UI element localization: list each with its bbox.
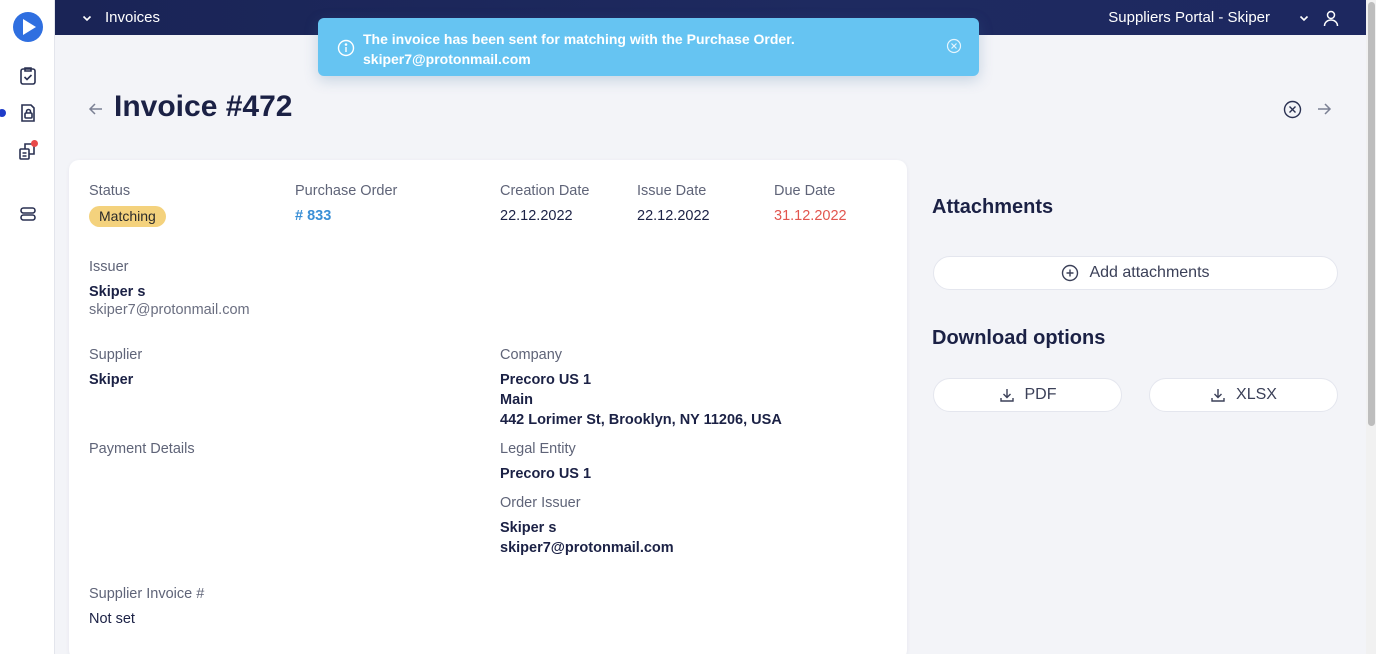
attachments-title: Attachments [932,196,1054,218]
add-attachments-button[interactable]: Add attachments [933,256,1338,290]
next-arrow-icon[interactable] [1316,101,1332,122]
toast-message-line2: skiper7@protonmail.com [363,51,531,67]
breadcrumb-invoices[interactable]: Invoices [105,9,160,26]
supplier-value: Skiper [89,372,134,388]
purchase-order-link[interactable]: # 833 [295,208,331,224]
portal-switcher[interactable]: Suppliers Portal - Skiper [1108,0,1340,35]
download-icon [1211,389,1225,402]
layers-icon[interactable] [17,203,39,225]
download-options-title: Download options [932,327,1106,349]
chevron-down-icon [82,15,92,21]
legal-entity-label: Legal Entity [500,441,576,457]
company-name: Precoro US 1 [500,372,592,388]
page-title: Invoice #472 [114,90,293,123]
invoice-lock-icon[interactable] [17,102,39,124]
info-icon [337,39,355,57]
issuer-name: Skiper s [89,284,146,300]
issuer-label: Issuer [89,259,129,275]
order-issuer-label: Order Issuer [500,495,581,511]
creation-date-label: Creation Date [500,183,590,199]
back-arrow-icon[interactable] [88,101,104,122]
creation-date-value: 22.12.2022 [500,208,573,224]
toast-message-line1: The invoice has been sent for matching w… [363,31,795,47]
supplier-label: Supplier [89,347,143,363]
due-date-label: Due Date [774,183,836,199]
issuer-email: skiper7@protonmail.com [89,302,250,318]
toast-notification: The invoice has been sent for matching w… [318,18,979,76]
status-badge: Matching [89,206,166,227]
download-icon [999,389,1014,402]
supplier-invoice-value: Not set [89,611,135,627]
company-branch: Main [500,392,534,408]
clipboard-check-icon[interactable] [17,65,39,87]
download-xlsx-button[interactable]: XLSX [1149,378,1338,412]
company-label: Company [500,347,563,363]
payment-details-label: Payment Details [89,441,195,457]
active-nav-indicator [0,109,6,117]
play-logo-icon[interactable] [13,12,43,42]
close-circle-icon[interactable] [1283,100,1302,124]
pdf-label: PDF [1024,386,1057,403]
legal-entity-value: Precoro US 1 [500,466,592,482]
close-icon[interactable] [946,38,962,54]
portal-name[interactable]: Suppliers Portal - Skiper [1108,9,1270,26]
issue-date-value: 22.12.2022 [637,208,710,224]
notification-badge [31,140,38,147]
breadcrumb[interactable]: Invoices [81,0,160,35]
chevron-down-icon[interactable] [1298,12,1310,24]
add-attachments-label: Add attachments [1089,264,1210,281]
issue-date-label: Issue Date [637,183,707,199]
supplier-invoice-label: Supplier Invoice # [89,586,205,602]
plus-circle-icon [1062,264,1079,282]
status-label: Status [89,183,131,199]
purchase-order-label: Purchase Order [295,183,398,199]
xlsx-label: XLSX [1236,386,1277,403]
toast-message: The invoice has been sent for matching w… [363,29,795,69]
left-sidebar [0,0,55,654]
download-pdf-button[interactable]: PDF [933,378,1122,412]
order-issuer-email: skiper7@protonmail.com [500,540,674,556]
due-date-value: 31.12.2022 [774,208,847,224]
user-icon[interactable] [1322,9,1340,27]
order-issuer-name: Skiper s [500,520,557,536]
invoice-details-card: Status Matching Purchase Order # 833 Cre… [69,160,907,654]
company-address: 442 Lorimer St, Brooklyn, NY 11206, USA [500,412,782,428]
scrollbar-thumb[interactable] [1368,2,1375,426]
